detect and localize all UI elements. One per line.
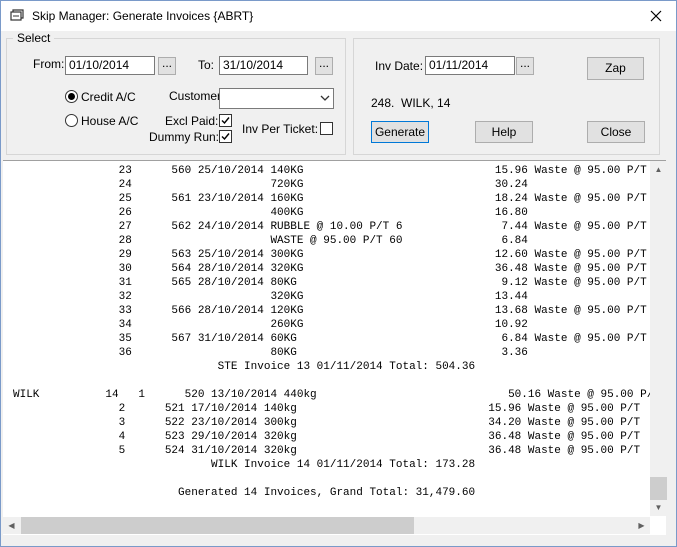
report-line: 35 567 31/10/2014 60KG 6.84 Waste @ 95.0… (13, 333, 647, 345)
checkmark-icon (221, 133, 230, 141)
excl-paid-checkbox[interactable] (219, 114, 232, 127)
customer-select[interactable] (219, 88, 334, 109)
status-text: 248. WILK, 14 (371, 96, 451, 110)
scroll-right-icon[interactable]: ▶ (633, 517, 650, 534)
vertical-scrollbar[interactable]: ▲ ▼ (650, 161, 667, 516)
report-line: 29 563 25/10/2014 300KG 12.60 Waste @ 95… (13, 249, 647, 261)
credit-ac-label: Credit A/C (81, 90, 136, 104)
scroll-left-icon[interactable]: ◀ (3, 517, 20, 534)
from-date-picker-button[interactable]: ... (158, 57, 176, 75)
credit-ac-radio[interactable] (65, 90, 78, 103)
report-output[interactable]: 23 560 25/10/2014 140KG 15.96 Waste @ 95… (3, 160, 666, 535)
report-line: 25 561 23/10/2014 160KG 18.24 Waste @ 95… (13, 193, 647, 205)
from-date-field[interactable]: 01/10/2014 (65, 56, 155, 75)
house-ac-radio[interactable] (65, 114, 78, 127)
report-line (13, 472, 660, 486)
from-label: From: (33, 57, 65, 71)
report-line: 5 524 31/10/2014 320kg 36.48 Waste @ 95.… (13, 445, 641, 457)
report-line: 27 562 24/10/2014 RUBBLE @ 10.00 P/T 6 7… (13, 221, 647, 233)
report-line: 36 80KG 3.36 (13, 347, 528, 359)
report-line: 34 260KG 10.92 (13, 319, 528, 331)
generate-invoices-window: Skip Manager: Generate Invoices {ABRT} S… (0, 0, 677, 547)
zap-button[interactable]: Zap (587, 57, 644, 80)
title-bar: Skip Manager: Generate Invoices {ABRT} (1, 1, 676, 31)
chevron-down-icon (320, 95, 330, 101)
report-line: 2 521 17/10/2014 140kg 15.96 Waste @ 95.… (13, 403, 641, 415)
customer-label: Customer: (169, 89, 225, 103)
to-date-picker-button[interactable]: ... (315, 57, 333, 75)
report-line: 4 523 29/10/2014 320kg 36.48 Waste @ 95.… (13, 431, 641, 443)
horizontal-scrollbar[interactable]: ◀ ▶ (3, 517, 650, 534)
app-icon (10, 9, 24, 21)
vertical-scroll-thumb[interactable] (650, 477, 667, 500)
report-line: 3 522 23/10/2014 300kg 34.20 Waste @ 95.… (13, 417, 641, 429)
excl-paid-label: Excl Paid: (165, 114, 219, 128)
house-ac-label: House A/C (81, 114, 139, 128)
scroll-down-icon[interactable]: ▼ (650, 499, 667, 516)
report-line: 30 564 28/10/2014 320KG 36.48 Waste @ 95… (13, 263, 647, 275)
report-line: STE Invoice 13 01/11/2014 Total: 504.36 (13, 361, 476, 373)
report-line: 24 720KG 30.24 (13, 179, 528, 191)
report-line: 26 400KG 16.80 (13, 207, 528, 219)
report-line: 33 566 28/10/2014 120KG 13.68 Waste @ 95… (13, 305, 647, 317)
report-line: WILK 14 1 520 13/10/2014 440kg 50.16 Was… (13, 389, 660, 401)
to-date-field[interactable]: 31/10/2014 (219, 56, 308, 75)
inv-date-field[interactable]: 01/11/2014 (425, 56, 515, 75)
inv-per-ticket-checkbox[interactable] (320, 122, 333, 135)
report-text: 23 560 25/10/2014 140KG 15.96 Waste @ 95… (3, 164, 660, 500)
report-line (13, 374, 660, 388)
generate-button[interactable]: Generate (371, 121, 429, 143)
close-button[interactable]: Close (587, 121, 645, 143)
dummy-run-label: Dummy Run: (149, 130, 220, 144)
report-line: 32 320KG 13.44 (13, 291, 528, 303)
checkmark-icon (221, 117, 230, 125)
dummy-run-checkbox[interactable] (219, 130, 232, 143)
scroll-up-icon[interactable]: ▲ (650, 161, 667, 178)
inv-per-ticket-label: Inv Per Ticket: (242, 122, 319, 136)
horizontal-scroll-thumb[interactable] (21, 517, 414, 534)
to-label: To: (198, 58, 215, 72)
window-title: Skip Manager: Generate Invoices {ABRT} (32, 9, 254, 23)
help-button[interactable]: Help (475, 121, 533, 143)
report-line: WILK Invoice 14 01/11/2014 Total: 173.28 (13, 459, 476, 471)
report-line: 28 WASTE @ 95.00 P/T 60 6.84 (13, 235, 528, 247)
select-group-label: Select (13, 31, 55, 45)
report-line: Generated 14 Invoices, Grand Total: 31,4… (13, 487, 476, 499)
report-line: 31 565 28/10/2014 80KG 9.12 Waste @ 95.0… (13, 277, 647, 289)
report-line: 23 560 25/10/2014 140KG 15.96 Waste @ 95… (13, 165, 647, 177)
inv-date-label: Inv Date: (375, 59, 424, 73)
inv-date-picker-button[interactable]: ... (516, 57, 534, 75)
close-window-icon[interactable] (646, 6, 666, 26)
